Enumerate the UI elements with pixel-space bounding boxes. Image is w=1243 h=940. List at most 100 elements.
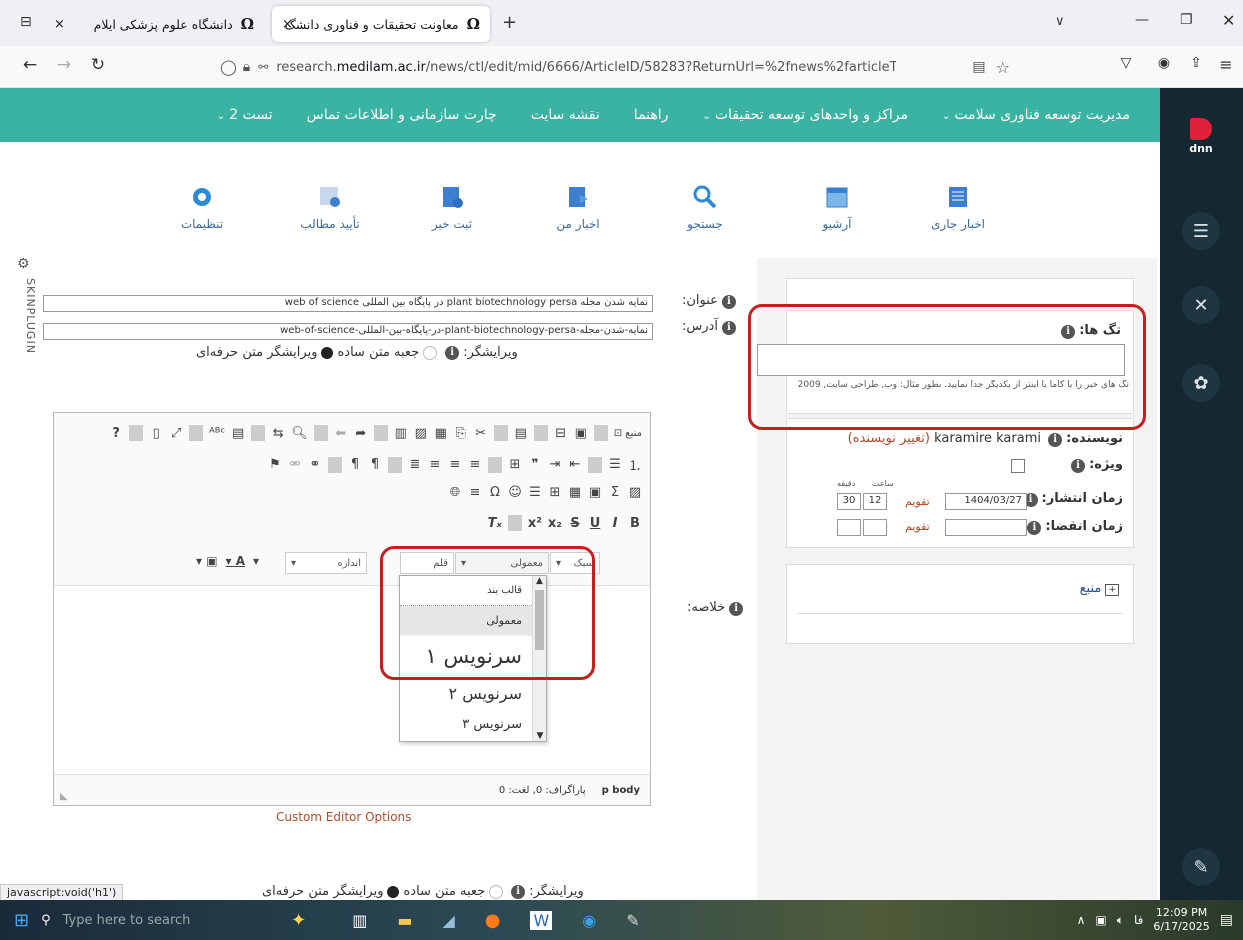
tool-my-news[interactable]: اخبار من [538,183,618,231]
preview-icon[interactable]: ⊟ [554,426,568,441]
radio-plain[interactable] [423,345,438,360]
back-icon[interactable]: ← [18,55,42,75]
firefox-icon[interactable]: ● [485,910,501,931]
address-input[interactable]: نمایه-شدن-مجله-plant-biotechnology-persa… [43,323,653,340]
tool-approve[interactable]: تأیید مطالب [290,183,370,231]
taskbar-search[interactable]: ⚲ Type here to search [41,904,231,936]
edit-pencil-icon[interactable]: ✎ [1182,848,1220,886]
network-icon[interactable]: ▣ [1095,913,1106,927]
maximize-icon[interactable]: ⤢ [169,426,183,441]
special-char-icon[interactable]: Ω [488,485,502,500]
indent-icon[interactable]: ⇥ [548,457,562,472]
settings-gear-icon[interactable]: ✿ [1182,364,1220,402]
radio-rich[interactable] [387,885,400,898]
expire-hour-input[interactable] [863,519,887,536]
expire-calendar-link[interactable]: تقویم [905,520,930,533]
element-path[interactable]: p body [602,785,640,796]
align-left-icon[interactable]: ≡ [468,457,482,472]
link-icon[interactable]: ⚭ [308,457,322,472]
menu-item[interactable]: راهنما [634,107,669,123]
ltr-icon[interactable]: ¶ [368,457,382,472]
bookmark-star-icon[interactable]: ☆ [996,58,1010,77]
tab-overflow-chevron-icon[interactable]: ∨ [1055,14,1065,29]
source-expander[interactable]: + منبع [1080,581,1119,596]
format-option-h2[interactable]: سرنویس ۲ [400,676,532,710]
help-icon[interactable]: ? [109,426,123,441]
globe-icon[interactable]: 🌐︎ [448,485,462,500]
resize-handle-icon[interactable]: ◣ [60,791,68,802]
templates-icon[interactable]: ▣ [574,426,588,441]
clock[interactable]: 12:09 PM 6/17/2025 [1153,906,1209,934]
reader-view-icon[interactable]: ▤ [972,59,985,75]
extensions-icon[interactable]: ⇪ [1184,55,1208,71]
div-icon[interactable]: ⊞ [508,457,522,472]
superscript-icon[interactable]: x² [528,516,542,531]
outdent-icon[interactable]: ⇤ [568,457,582,472]
language-indicator[interactable]: فا [1134,913,1143,927]
tool-settings[interactable]: تنظیمات [162,183,242,231]
new-tab-button[interactable]: + [502,12,517,33]
minimize-icon[interactable]: — [1135,12,1149,28]
tray-chevron-icon[interactable]: ∧ [1077,913,1086,927]
align-center-icon[interactable]: ≡ [448,457,462,472]
anchor-icon[interactable]: ⚑ [268,457,282,472]
change-author-link[interactable]: (تغییر نویسنده) [848,431,930,446]
tab-research[interactable]: Ω معاونت تحقیقات و فناوری دانشگ × [272,6,490,42]
window-close-icon[interactable]: ✕ [1222,11,1235,30]
content-icon[interactable]: ☰ [1182,212,1220,250]
text-color-icon[interactable]: ▾ A [226,554,246,568]
find-icon[interactable]: 🔍︎ [291,426,308,441]
format-option-h3[interactable]: سرنویس ۳ [400,710,532,738]
align-right-icon[interactable]: ≡ [428,457,442,472]
radio-plain-label[interactable]: جعبه متن ساده [337,345,419,360]
reload-icon[interactable]: ↻ [86,55,110,75]
word-icon[interactable]: W [530,910,553,930]
paste-icon[interactable]: ▦ [434,426,448,441]
tab-list-icon[interactable]: ⊟ [20,14,32,30]
minute-input[interactable]: 30 [837,493,861,510]
tool-current-news[interactable]: اخبار جاری [918,183,998,231]
replace-icon[interactable]: ⇆ [271,426,285,441]
pocket-icon[interactable]: ▽ [1114,55,1138,71]
copy-icon[interactable]: ⎘ [454,426,468,441]
image-icon[interactable]: ▨ [628,485,642,500]
remove-format-icon[interactable]: Tₓ [488,516,502,531]
cut-icon[interactable]: ✂ [474,426,488,441]
show-blocks-icon[interactable]: ▯ [149,426,163,441]
smiley-icon[interactable]: ☺ [508,485,522,500]
tab-medilam[interactable]: Ω دانشگاه علوم پزشکی ایلام × [44,6,264,42]
app-icon[interactable]: ◢ [442,911,454,930]
close-tab-icon[interactable]: × [54,17,65,32]
menu-item[interactable]: مدیریت توسعه فناوری سلامت⌄ [942,107,1130,123]
bold-icon[interactable]: B [628,516,642,531]
blockquote-icon[interactable]: ❞ [528,457,542,472]
custom-editor-options-link[interactable]: Custom Editor Options [276,810,411,824]
menu-icon[interactable]: ≡ [1214,55,1238,74]
radio-rich-label[interactable]: ویرایشگر متن حرفه‌ای [196,345,317,360]
menu-item[interactable]: تست 2⌄ [217,107,273,123]
task-view-icon[interactable]: ▥ [352,911,367,930]
spellcheck-icon[interactable]: ᴬᴮᶜ [209,426,225,441]
radio-plain[interactable] [489,884,504,899]
title-input[interactable]: نمایه شدن مجله plant biotechnology persa… [43,295,653,312]
copilot-icon[interactable]: ✦ [291,910,306,931]
redo-icon[interactable]: ➦ [354,426,368,441]
expire-date-input[interactable] [945,519,1027,536]
table-icon[interactable]: ⊞ [548,485,562,500]
rtl-icon[interactable]: ¶ [348,457,362,472]
publish-calendar-link[interactable]: تقویم [905,495,930,508]
bg-color-icon[interactable]: ▾ ▣ [196,554,218,568]
tool-archive[interactable]: آرشیو [797,183,877,231]
source-button[interactable]: منبع ⊡ [614,428,642,439]
strike-icon[interactable]: S [568,516,582,531]
subscript-icon[interactable]: x₂ [548,516,562,531]
tools-icon[interactable]: ✕ [1182,286,1220,324]
new-page-icon[interactable]: ▤ [514,426,528,441]
tool-submit-news[interactable]: ثبت خبر [412,183,492,231]
volume-icon[interactable]: 🔈︎ [1117,913,1124,928]
math-icon[interactable]: Σ [608,485,622,500]
italic-icon[interactable]: I [608,516,622,531]
special-checkbox[interactable] [1011,459,1025,473]
hr-icon[interactable]: ☰ [528,485,542,500]
notification-icon[interactable]: ▤ [1220,912,1233,928]
